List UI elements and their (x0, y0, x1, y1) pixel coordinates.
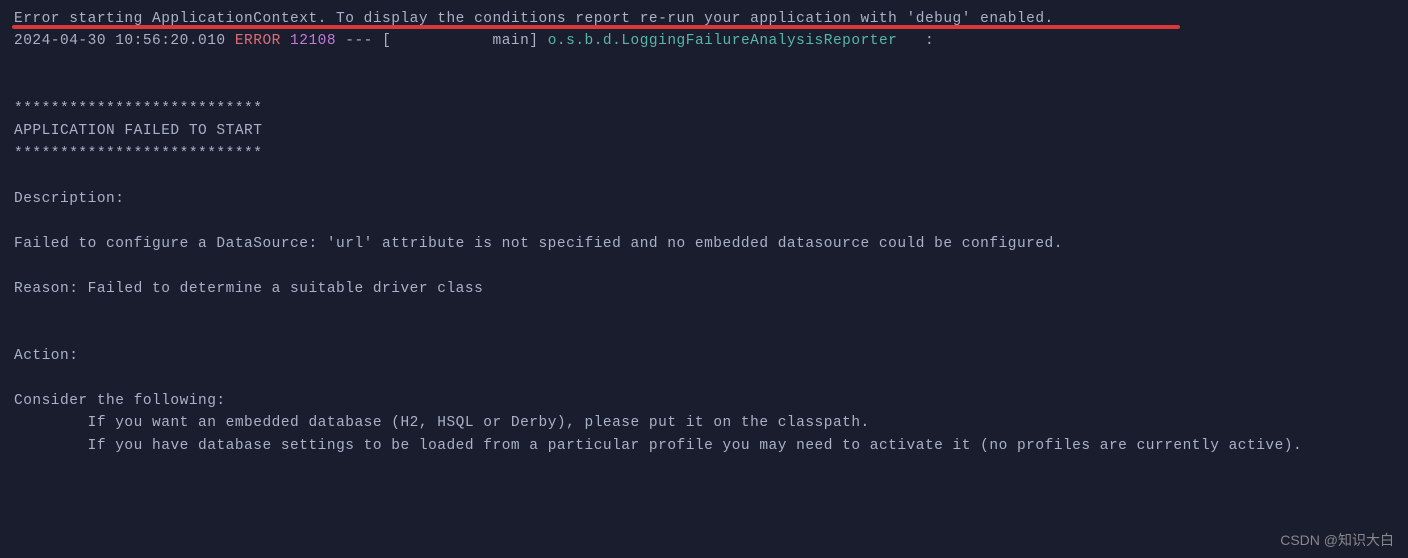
log-pid: 12108 (281, 33, 336, 49)
log-description-text: Failed to configure a DataSource: 'url' … (14, 233, 1394, 255)
log-description-header: Description: (14, 188, 1394, 210)
blank-line (14, 368, 1394, 390)
log-logger-name: o.s.b.d.LoggingFailureAnalysisReporter (548, 33, 898, 49)
log-timestamp: 2024-04-30 10:56:20.010 (14, 33, 235, 49)
log-fail-header: APPLICATION FAILED TO START (14, 120, 1394, 142)
blank-line (14, 255, 1394, 277)
annotation-underline-icon (12, 25, 1180, 29)
log-reason-text: Reason: Failed to determine a suitable d… (14, 278, 1394, 300)
blank-line (14, 323, 1394, 345)
log-consider-item: If you want an embedded database (H2, HS… (14, 412, 1394, 434)
blank-line (14, 165, 1394, 187)
blank-line (14, 210, 1394, 232)
log-action-header: Action: (14, 345, 1394, 367)
log-separator-stars: *************************** (14, 143, 1394, 165)
blank-line (14, 53, 1394, 75)
log-consider-header: Consider the following: (14, 390, 1394, 412)
blank-line (14, 300, 1394, 322)
log-level: ERROR (235, 33, 281, 49)
log-separator-stars: *************************** (14, 98, 1394, 120)
log-line-reporter: 2024-04-30 10:56:20.010 ERROR 12108 --- … (14, 30, 1394, 52)
blank-line (14, 75, 1394, 97)
log-consider-item: If you have database settings to be load… (14, 435, 1394, 457)
watermark-text: CSDN @知识大白 (1280, 530, 1394, 552)
log-logger-suffix: : (897, 33, 934, 49)
log-thread: --- [ main] (336, 33, 548, 49)
